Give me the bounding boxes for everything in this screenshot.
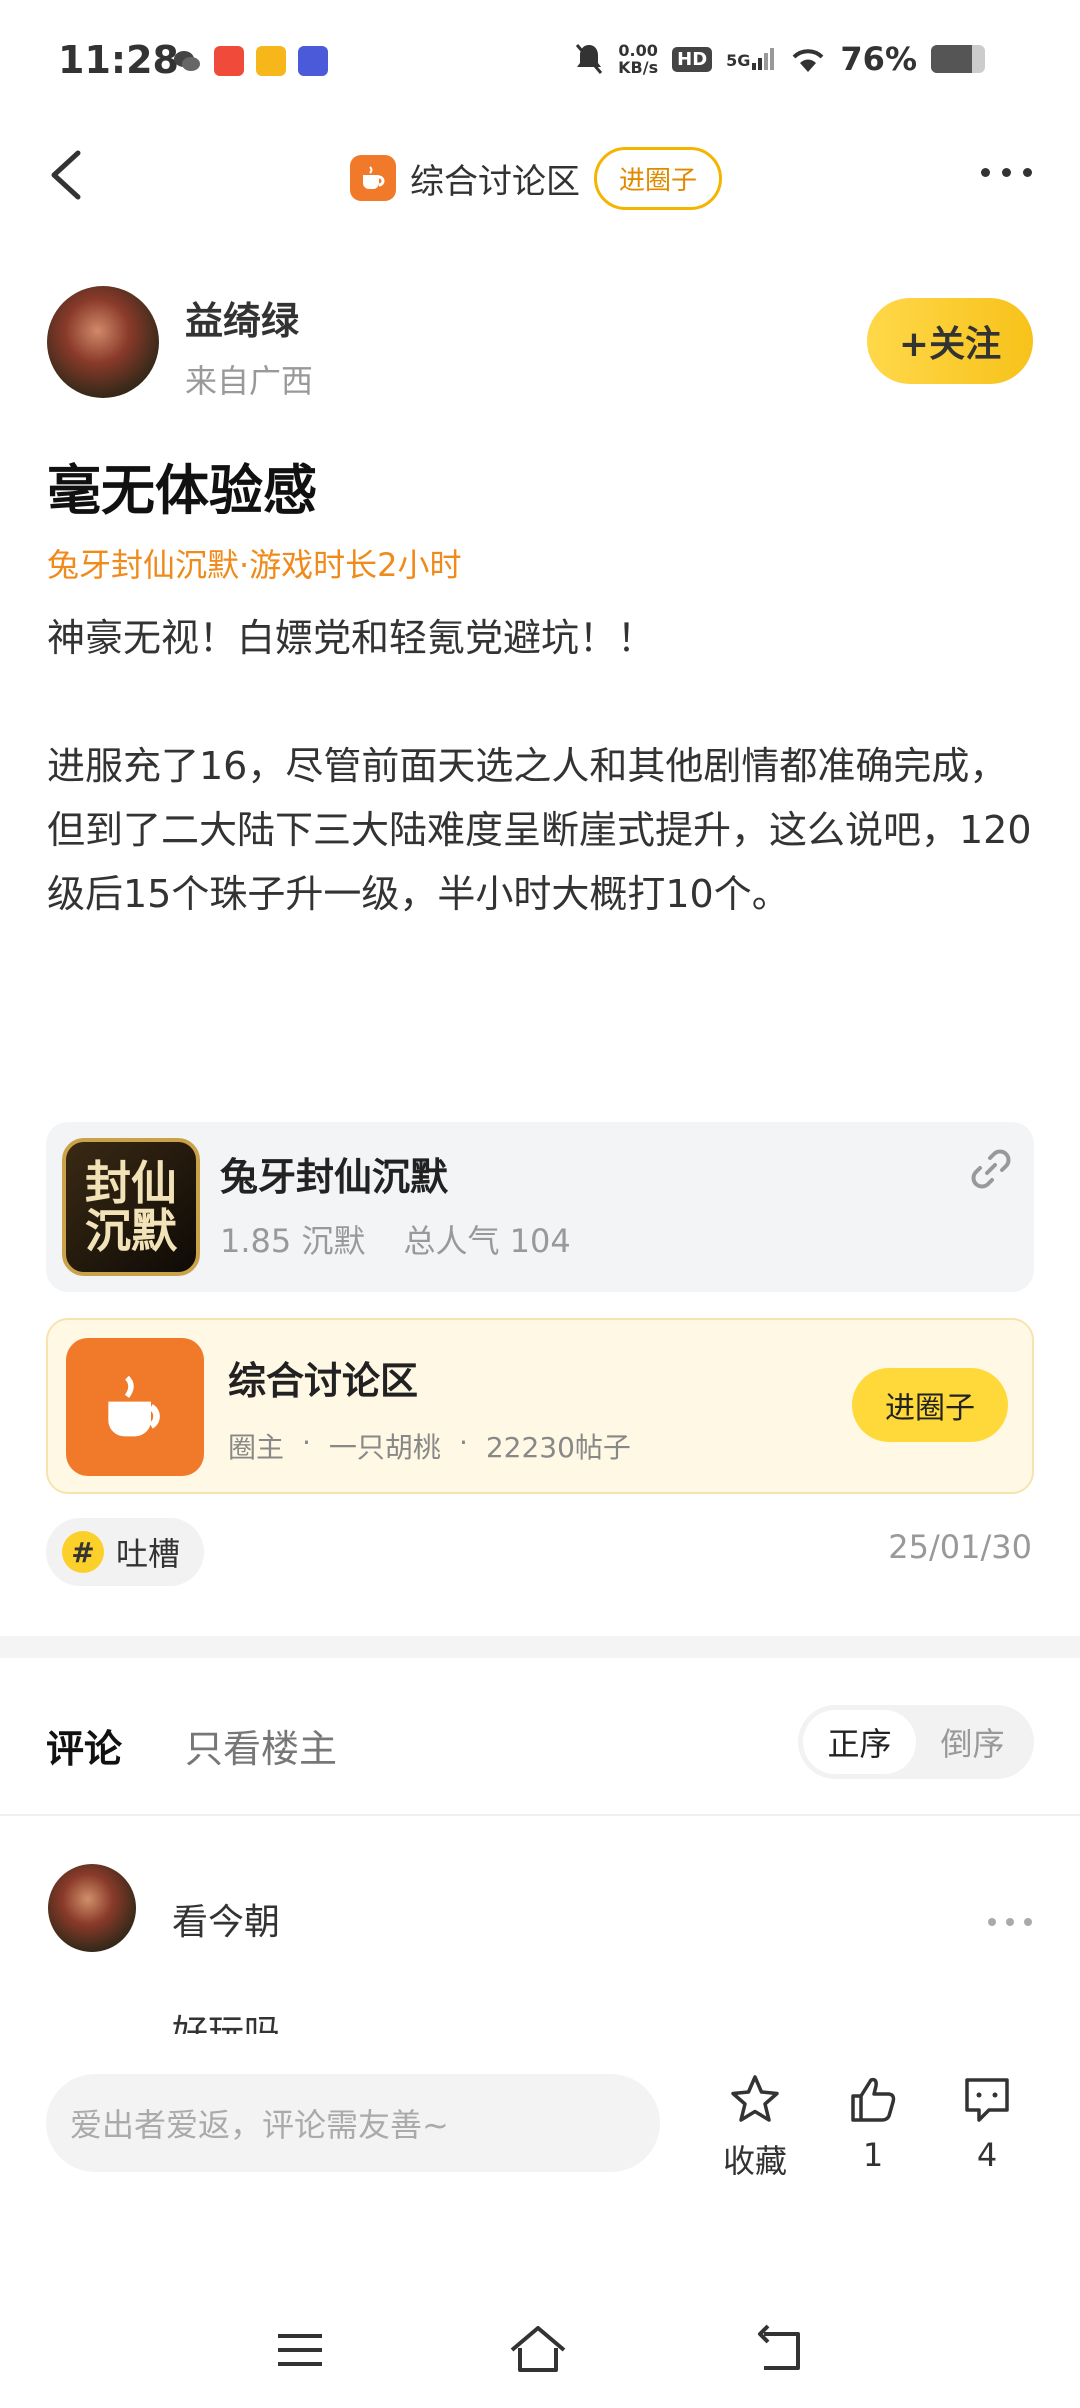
- comment-bubble-icon: [965, 2078, 1009, 2122]
- hashtag-icon: #: [62, 1531, 104, 1573]
- comment-input[interactable]: 爱出者爱返，评论需友善~: [46, 2074, 660, 2172]
- hd-badge: HD: [672, 46, 713, 72]
- game-icon-text: 沉默: [85, 1204, 177, 1258]
- post-title: 毫无体验感: [47, 459, 317, 522]
- net-speed-value: 0.00: [618, 41, 658, 60]
- favorite-label: 收藏: [722, 2142, 787, 2180]
- comment-text: 好玩吗: [172, 2013, 281, 2034]
- net-speed: 0.00 KB/s: [618, 42, 658, 76]
- like-button[interactable]: 1: [818, 2072, 928, 2174]
- game-icon-text: 封仙: [85, 1156, 177, 1210]
- like-count: 1: [862, 2136, 884, 2174]
- signal-label: 5G: [726, 51, 751, 70]
- comment-count: 4: [976, 2136, 998, 2174]
- circle-owner-name: 一只胡桃: [328, 1431, 441, 1464]
- game-name: 兔牙封仙沉默: [220, 1155, 449, 1199]
- author-location: 来自广西: [185, 362, 314, 400]
- tab-comments[interactable]: 评论: [46, 1718, 122, 1773]
- circle-post-count: 22230帖子: [485, 1431, 631, 1464]
- circle-owner-label: 圈主: [228, 1431, 285, 1464]
- coffee-cup-icon: [66, 1338, 204, 1476]
- commenter-name[interactable]: 看今朝: [172, 1893, 280, 1945]
- circle-card[interactable]: 综合讨论区 圈主 · 一只胡桃 · 22230帖子 进圈子: [46, 1318, 1034, 1494]
- wechat-icon: [172, 46, 202, 76]
- post-paragraph: 进服充了16，尽管前面天选之人和其他剧情都准确完成，但到了二大陆下三大陆难度呈断…: [47, 744, 1032, 916]
- sort-descending-button[interactable]: 倒序: [916, 1710, 1029, 1774]
- status-indicators: 0.00 KB/s HD 5G 76%: [574, 40, 985, 78]
- link-icon[interactable]: [966, 1144, 1016, 1194]
- bottom-action-bar: 爱出者爱返，评论需友善~ 收藏 1 4: [0, 2034, 1080, 2244]
- favorite-button[interactable]: 收藏: [700, 2072, 810, 2182]
- comment-button[interactable]: 4: [932, 2072, 1042, 2174]
- author-name[interactable]: 益绮绿: [185, 290, 299, 345]
- back-button[interactable]: [40, 145, 100, 205]
- section-divider: [0, 1636, 1080, 1658]
- thumbs-up-icon: [851, 2077, 896, 2122]
- dot-separator: ·: [302, 1426, 311, 1459]
- circle-join-button[interactable]: 进圈子: [852, 1368, 1008, 1442]
- topic-tag-label: 吐槽: [116, 1535, 181, 1573]
- author-avatar[interactable]: [47, 286, 159, 398]
- topic-tag[interactable]: # 吐槽: [46, 1518, 205, 1586]
- battery-text: 76%: [840, 40, 917, 78]
- sort-toggle: 正序 倒序: [798, 1705, 1034, 1779]
- home-icon[interactable]: [508, 2320, 568, 2380]
- tab-only-op[interactable]: 只看楼主: [185, 1718, 337, 1773]
- game-card[interactable]: 封仙 沉默 兔牙封仙沉默 1.85 沉默 总人气 104: [46, 1122, 1034, 1292]
- header-title: 综合讨论区: [410, 161, 580, 202]
- circle-stats: 圈主 · 一只胡桃 · 22230帖子: [228, 1426, 631, 1466]
- status-time: 11:28: [58, 38, 179, 82]
- sort-ascending-button[interactable]: 正序: [803, 1710, 916, 1774]
- system-nav-bar: [0, 2290, 1080, 2408]
- post-game-meta[interactable]: 兔牙封仙沉默·游戏时长2小时: [47, 540, 462, 586]
- post-paragraph: 神豪无视！白嫖党和轻氪党避坑！！: [47, 616, 656, 660]
- mute-bell-icon: [576, 44, 603, 74]
- header-join-button[interactable]: 进圈子: [594, 146, 723, 210]
- app-notification-icon: [214, 46, 244, 76]
- post-body: 神豪无视！白嫖党和轻氪党避坑！！ 进服充了16，尽管前面天选之人和其他剧情都准确…: [47, 606, 1037, 990]
- tieba-icon: [298, 46, 328, 76]
- dot-separator: ·: [458, 1426, 468, 1459]
- wifi-icon: [793, 49, 824, 72]
- game-stats: 1.85 沉默 总人气 104: [220, 1216, 571, 1262]
- battery-icon: [931, 45, 985, 73]
- weibo-icon: [256, 46, 286, 76]
- back-nav-icon[interactable]: [750, 2320, 810, 2380]
- star-icon: [731, 2075, 779, 2122]
- follow-button[interactable]: +关注: [867, 298, 1033, 384]
- circle-name: 综合讨论区: [228, 1359, 419, 1403]
- more-options-button[interactable]: [981, 168, 1032, 177]
- header-circle[interactable]: 综合讨论区 进圈子: [350, 146, 723, 210]
- net-speed-unit: KB/s: [618, 58, 659, 77]
- divider: [0, 1814, 1080, 1816]
- menu-icon[interactable]: [270, 2320, 330, 2380]
- signal-bars-icon: [752, 48, 775, 70]
- signal-indicator: 5G: [726, 48, 776, 70]
- post-date: 25/01/30: [888, 1528, 1032, 1566]
- commenter-avatar[interactable]: [48, 1864, 136, 1952]
- battery-fill: [931, 45, 973, 73]
- back-arrow-icon: [51, 150, 81, 200]
- coffee-cup-icon: [350, 155, 396, 201]
- game-popularity: 总人气 104: [403, 1222, 571, 1260]
- comment-more-button[interactable]: [988, 1918, 1032, 1926]
- game-icon: 封仙 沉默: [62, 1138, 200, 1276]
- game-version: 1.85 沉默: [220, 1222, 366, 1260]
